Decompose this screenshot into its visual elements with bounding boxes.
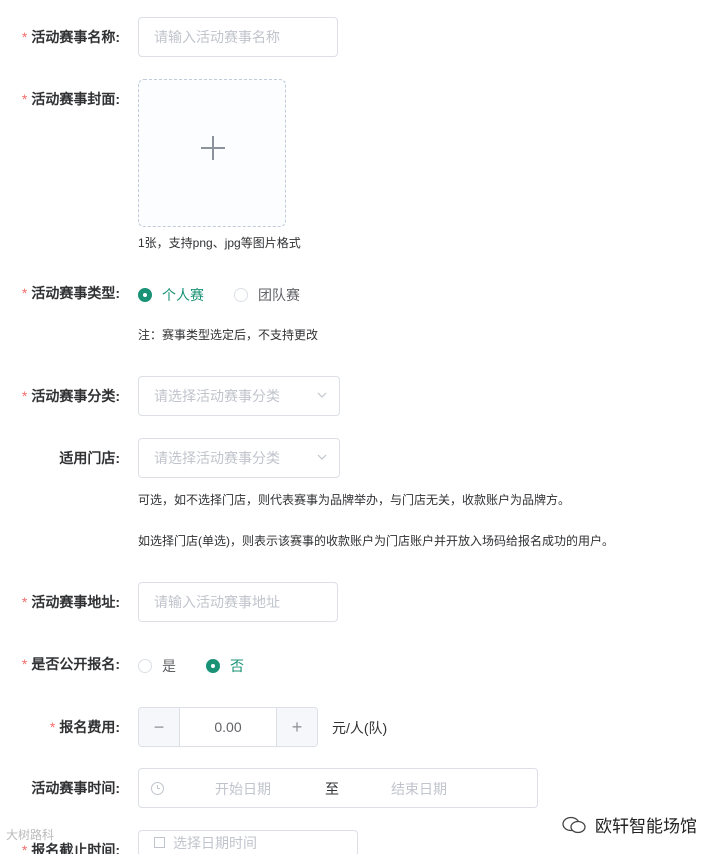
name-input[interactable]: 请输入活动赛事名称 <box>138 17 338 57</box>
fee-stepper: − 0.00 + <box>138 707 318 747</box>
store-placeholder: 请选择活动赛事分类 <box>154 450 280 466</box>
deadline-placeholder: 选择日期时间 <box>173 834 257 851</box>
type-note: 注：赛事类型选定后，不支持更改 <box>138 328 319 342</box>
increment-button[interactable]: + <box>276 708 317 746</box>
public-label: * 是否公开报名: <box>21 656 120 672</box>
public-label-wrap: * 是否公开报名: <box>0 654 120 674</box>
store-label: 适用门店: <box>59 450 120 466</box>
radio-dot-icon <box>138 288 152 302</box>
address-input[interactable]: 请输入活动赛事地址 <box>138 582 338 622</box>
wechat-icon <box>562 816 586 833</box>
radio-public-yes[interactable]: 是 <box>138 656 176 676</box>
store-note-1: 可选，如不选择门店，则代表赛事为品牌举办，与门店无关，收款账户为品牌方。 <box>138 493 571 507</box>
start-date-placeholder: 开始日期 <box>215 781 271 797</box>
type-label-wrap: * 活动赛事类型: <box>0 283 120 303</box>
range-separator: 至 <box>325 781 339 797</box>
address-label-wrap: * 活动赛事地址: <box>0 592 120 612</box>
store-label-wrap: 适用门店: <box>0 448 120 468</box>
type-label: * 活动赛事类型: <box>21 285 120 301</box>
date-range-picker[interactable]: 开始日期 至 结束日期 <box>138 768 538 808</box>
category-label-wrap: * 活动赛事分类: <box>0 386 120 406</box>
address-placeholder: 请输入活动赛事地址 <box>154 594 280 610</box>
radio-individual[interactable]: 个人赛 <box>138 285 204 305</box>
watermark: 欧轩智能场馆 <box>561 812 697 837</box>
radio-team[interactable]: 团队赛 <box>234 285 300 305</box>
clock-icon <box>151 782 164 795</box>
category-label: * 活动赛事分类: <box>21 388 120 404</box>
radio-public-no[interactable]: 否 <box>206 656 244 676</box>
cover-label: * 活动赛事封面: <box>21 91 120 107</box>
fee-unit: 元/人(队) <box>332 720 388 736</box>
plus-icon-vertical <box>212 136 214 160</box>
category-select[interactable]: 请选择活动赛事分类 <box>138 376 340 416</box>
radio-dot-icon <box>234 288 248 302</box>
cover-label-wrap: * 活动赛事封面: <box>0 89 120 109</box>
fee-label: * 报名费用: <box>49 719 120 735</box>
fee-value[interactable]: 0.00 <box>180 708 276 746</box>
watermark-left: 大树路科 <box>6 828 55 842</box>
store-select[interactable]: 请选择活动赛事分类 <box>138 438 340 478</box>
cover-hint: 1张，支持png、jpg等图片格式 <box>138 236 301 250</box>
store-note-2: 如选择门店(单选)，则表示该赛事的收款账户为门店账户并开放入场码给报名成功的用户… <box>138 534 614 548</box>
name-placeholder: 请输入活动赛事名称 <box>154 29 280 45</box>
chevron-down-icon <box>317 392 327 398</box>
time-label-wrap: 活动赛事时间: <box>0 778 120 798</box>
calendar-icon <box>154 837 165 848</box>
radio-dot-icon <box>138 659 152 673</box>
radio-dot-icon <box>206 659 220 673</box>
watermark-text: 欧轩智能场馆 <box>595 817 697 836</box>
decrement-button[interactable]: − <box>139 708 180 746</box>
address-label: * 活动赛事地址: <box>21 594 120 610</box>
name-label-wrap: * 活动赛事名称: <box>0 27 120 47</box>
deadline-picker[interactable]: 选择日期时间 <box>138 830 358 854</box>
time-label: 活动赛事时间: <box>31 780 120 796</box>
chevron-down-icon <box>317 454 327 460</box>
name-label: * 活动赛事名称: <box>21 29 120 45</box>
fee-label-wrap: * 报名费用: <box>0 717 120 737</box>
end-date-placeholder: 结束日期 <box>391 781 447 797</box>
cover-upload-box[interactable] <box>138 79 286 227</box>
category-placeholder: 请选择活动赛事分类 <box>154 388 280 404</box>
